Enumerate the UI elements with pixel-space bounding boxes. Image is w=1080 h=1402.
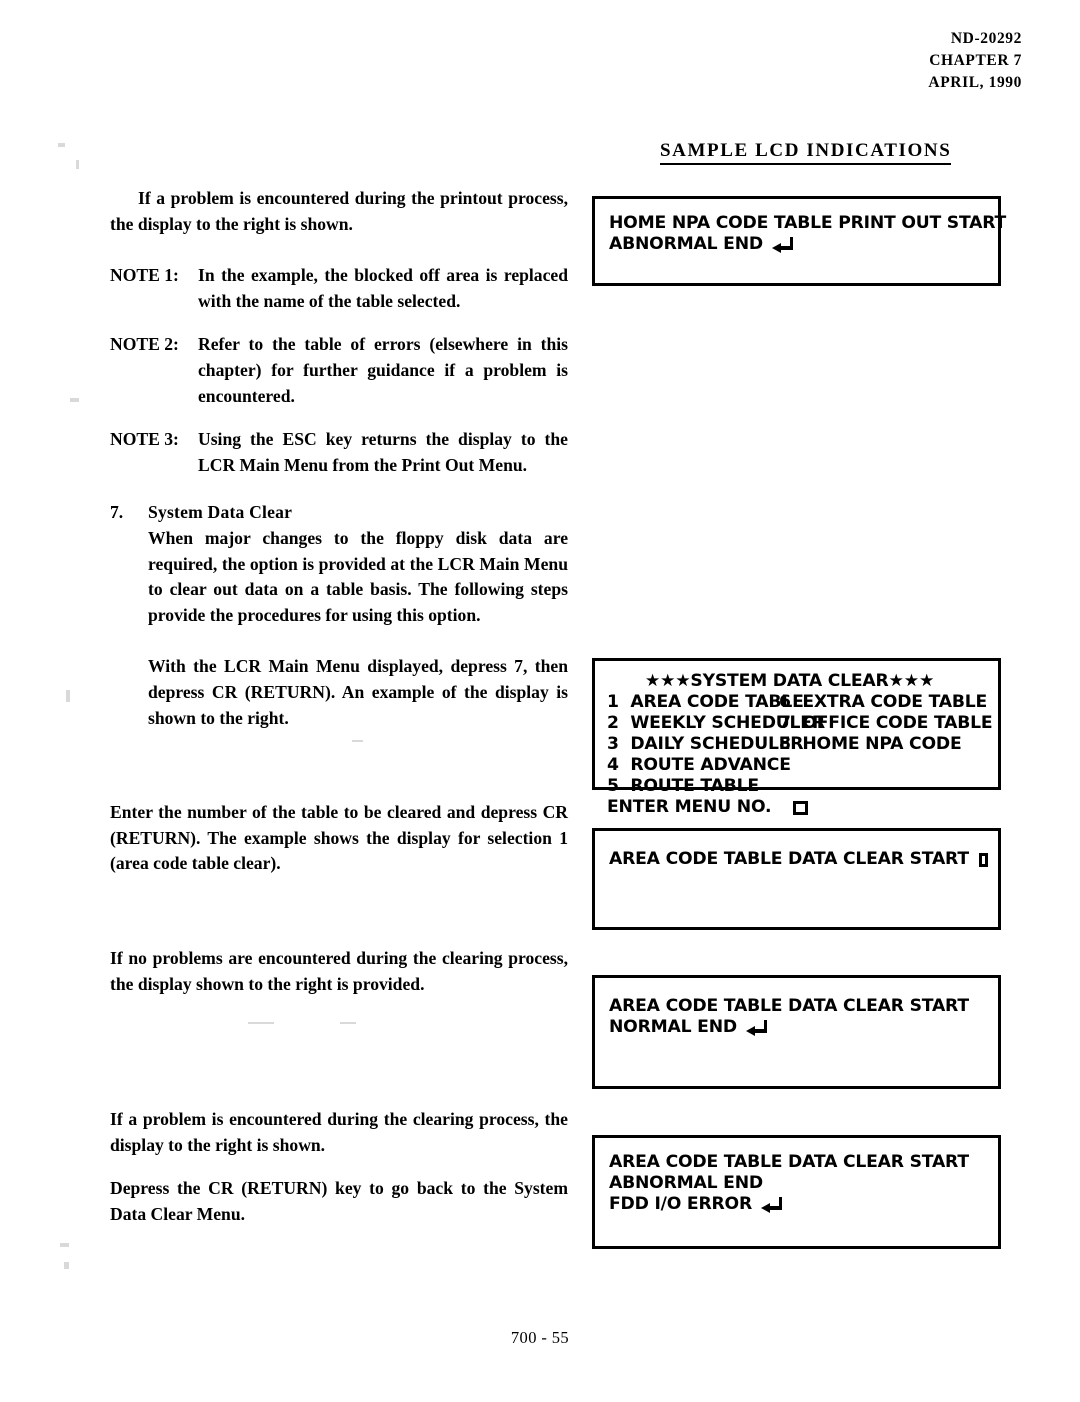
menu-item-number: 7 (779, 713, 797, 733)
menu-item-3[interactable]: 3 DAILY SCHEDULER (607, 734, 803, 755)
note-1-label: NOTE 1: (110, 265, 179, 286)
lcd-menu-row: 1 AREA CODE TABLE 6 EXTRA CODE TABLE (607, 692, 990, 713)
note-2: NOTE 2: Refer to the table of errors (el… (110, 332, 568, 409)
menu-item-number: 2 (607, 713, 625, 733)
carriage-return-icon (745, 1019, 772, 1036)
enter-menu-no-label: ENTER MENU NO. (607, 797, 772, 817)
lcd-menu-row: 5 ROUTE TABLE (607, 776, 990, 797)
body-text-column-problem: If a problem is encountered during the c… (110, 1107, 568, 1227)
lcd-line: AREA CODE TABLE DATA CLEAR START (609, 996, 988, 1017)
lcd-text: AREA CODE TABLE DATA CLEAR START (609, 1152, 969, 1172)
section-7: 7. System Data Clear When major changes … (110, 500, 568, 628)
body-text-column-lower: Enter the number of the table to be clea… (110, 800, 568, 877)
note-1: NOTE 1: In the example, the blocked off … (110, 263, 568, 314)
scan-artifact (352, 740, 363, 742)
lcd-menu-row: 3 DAILY SCHEDULER 8 HOME NPA CODE (607, 734, 990, 755)
menu-item-5[interactable]: 5 ROUTE TABLE (607, 776, 779, 797)
lcd-text: ABNORMAL END (609, 1173, 763, 1193)
scan-artifact (340, 1022, 356, 1024)
note-3-label: NOTE 3: (110, 429, 179, 450)
lcd-line: FDD I/O ERROR (609, 1194, 988, 1215)
lcd-menu-title: ★★★SYSTEM DATA CLEAR★★★ (607, 671, 990, 692)
carriage-return-icon (771, 236, 798, 253)
menu-item-2[interactable]: 2 WEEKLY SCHEDULER (607, 713, 825, 734)
lcd-text: AREA CODE TABLE DATA CLEAR START (609, 849, 969, 869)
cursor-block-icon[interactable] (979, 852, 988, 867)
note-3: NOTE 3: Using the ESC key returns the di… (110, 427, 568, 478)
lcd-menu-row: 2 WEEKLY SCHEDULER 7 OFFICE CODE TABLE (607, 713, 993, 734)
scan-artifact (60, 1243, 69, 1247)
menu-item-8[interactable]: 8 HOME NPA CODE (779, 734, 990, 755)
paragraph-enter-number: Enter the number of the table to be clea… (110, 802, 568, 874)
lcd-text: HOME NPA CODE TABLE PRINT OUT START (609, 213, 1007, 233)
lcd-text: ★★★SYSTEM DATA CLEAR★★★ (644, 671, 935, 691)
paragraph-main-menu-block: With the LCR Main Menu displayed, depres… (110, 654, 568, 731)
menu-item-number: 6 (779, 692, 797, 712)
lcd-display-clear-abnormal-end: AREA CODE TABLE DATA CLEAR START ABNORMA… (592, 1135, 1001, 1249)
lcd-line: AREA CODE TABLE DATA CLEAR START (609, 849, 988, 870)
paragraph-problem: If a problem is encountered during the c… (110, 1109, 568, 1155)
note-2-text: Refer to the table of errors (elsewhere … (198, 334, 568, 406)
document-number: ND-20292 (950, 30, 1022, 47)
lcd-line: NORMAL END (609, 1017, 988, 1038)
lcd-line: HOME NPA CODE TABLE PRINT OUT START (609, 213, 1006, 234)
section-7-number: 7. (110, 502, 124, 523)
menu-item-number: 3 (607, 734, 625, 754)
scan-artifact (66, 690, 70, 702)
menu-item-7[interactable]: 7 OFFICE CODE TABLE (779, 713, 993, 734)
document-date: APRIL, 1990 (928, 74, 1022, 91)
menu-item-number: 8 (779, 734, 797, 754)
lcd-display-system-data-clear-menu: ★★★SYSTEM DATA CLEAR★★★ 1 AREA CODE TABL… (592, 658, 1001, 817)
scan-artifact (248, 1022, 274, 1024)
scan-artifact (76, 160, 79, 169)
menu-item-number: 4 (607, 755, 625, 775)
scan-artifact (70, 398, 79, 402)
note-3-text: Using the ESC key returns the display to… (198, 429, 568, 475)
lcd-line: ABNORMAL END (609, 234, 988, 255)
paragraph-no-problem: If no problems are encountered during th… (110, 948, 568, 994)
scan-artifact (58, 143, 65, 147)
lcd-text: FDD I/O ERROR (609, 1194, 752, 1214)
scan-artifact (64, 1262, 69, 1269)
lcd-display-clear-normal-end: AREA CODE TABLE DATA CLEAR START NORMAL … (592, 975, 1001, 1089)
body-text-column: If a problem is encountered during the p… (110, 186, 568, 731)
lcd-line: AREA CODE TABLE DATA CLEAR START (609, 1152, 988, 1173)
note-2-label: NOTE 2: (110, 334, 179, 355)
page-footer: 700 - 55 (510, 1328, 570, 1347)
lcd-text: AREA CODE TABLE DATA CLEAR START (609, 996, 969, 1016)
section-7-heading: System Data Clear (148, 502, 293, 523)
lcd-text: ABNORMAL END (609, 234, 763, 254)
body-text-column-noproblem: If no problems are encountered during th… (110, 946, 568, 997)
menu-item-6[interactable]: 6 EXTRA CODE TABLE (779, 692, 990, 713)
menu-item-label: EXTRA CODE TABLE (802, 692, 988, 712)
lcd-text: NORMAL END (609, 1017, 737, 1037)
menu-item-label: ROUTE TABLE (630, 776, 759, 796)
paragraph-main-menu: With the LCR Main Menu displayed, depres… (148, 656, 568, 728)
paragraph-printout-problem: If a problem is encountered during the p… (110, 188, 568, 234)
menu-item-label: ROUTE ADVANCE (630, 755, 791, 775)
carriage-return-icon (760, 1196, 787, 1213)
menu-item-1[interactable]: 1 AREA CODE TABLE (607, 692, 804, 713)
lcd-display-clear-start: AREA CODE TABLE DATA CLEAR START (592, 828, 1001, 930)
menu-item-label: DAILY SCHEDULER (630, 734, 804, 754)
lcd-display-printout-abnormal: HOME NPA CODE TABLE PRINT OUT START ABNO… (592, 196, 1006, 286)
note-1-text: In the example, the blocked off area is … (198, 265, 568, 311)
menu-item-label: AREA CODE TABLE (630, 692, 804, 712)
document-header: ND-20292 CHAPTER 7 APRIL, 1990 (928, 28, 1022, 94)
section-7-paragraph: When major changes to the floppy disk da… (148, 527, 568, 625)
cursor-block-icon[interactable] (793, 800, 809, 815)
menu-item-number: 1 (607, 692, 625, 712)
chapter-label: CHAPTER 7 (929, 52, 1022, 69)
lcd-line: ABNORMAL END (609, 1173, 988, 1194)
lcd-menu-row: 4 ROUTE ADVANCE (607, 755, 990, 776)
menu-item-label: OFFICE CODE TABLE (802, 713, 993, 733)
paragraph-depress-cr: Depress the CR (RETURN) key to go back t… (110, 1178, 568, 1224)
menu-item-4[interactable]: 4 ROUTE ADVANCE (607, 755, 791, 776)
menu-item-label: HOME NPA CODE (802, 734, 962, 754)
menu-item-number: 5 (607, 776, 625, 796)
lcd-menu-prompt: ENTER MENU NO. (607, 797, 990, 818)
page-title: SAMPLE LCD INDICATIONS (660, 140, 952, 165)
